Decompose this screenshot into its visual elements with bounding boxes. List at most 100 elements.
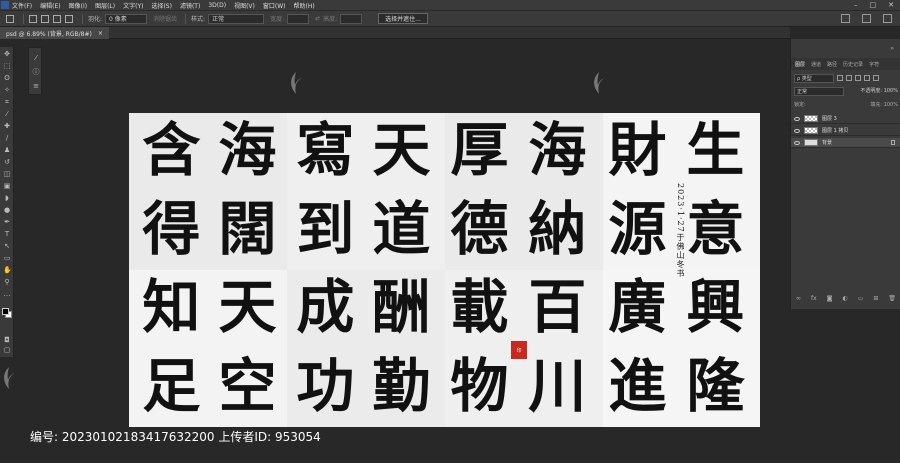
tab-close-icon[interactable]: × xyxy=(98,30,103,37)
filter-type-icon[interactable] xyxy=(855,75,861,81)
calligraphy-character: 天 xyxy=(218,273,277,341)
link-icon[interactable]: ∞ xyxy=(796,295,801,302)
eraser-icon[interactable]: ◫ xyxy=(3,171,11,178)
info-icon[interactable]: ⓘ xyxy=(32,68,40,76)
calligraphy-character: 生 xyxy=(686,116,745,184)
menu-help[interactable]: 帮助(H) xyxy=(294,1,315,10)
new-selection-icon[interactable] xyxy=(29,14,37,23)
filter-adjust-icon[interactable] xyxy=(846,75,852,81)
document-tab[interactable]: psd @ 6.89% (背景, RGB/8#) × xyxy=(0,27,109,39)
lock-label: 锁定: xyxy=(794,102,806,108)
foreground-color-swatch[interactable] xyxy=(2,308,9,315)
magic-wand-icon[interactable]: ✧ xyxy=(3,87,11,94)
filter-shape-icon[interactable] xyxy=(864,75,870,81)
tab-layers[interactable]: 图层 xyxy=(795,61,805,68)
layer-row[interactable]: 图层 1 拷贝 xyxy=(791,126,900,136)
marquee-icon[interactable]: ⬚ xyxy=(3,63,11,70)
document-tab-bar: psd @ 6.89% (背景, RGB/8#) × xyxy=(0,27,790,39)
move-icon[interactable]: ✥ xyxy=(3,51,11,58)
layer-thumbnail xyxy=(804,115,818,122)
visibility-eye-icon[interactable] xyxy=(794,128,800,133)
layer-row[interactable]: 背景 xyxy=(791,138,900,148)
height-input[interactable] xyxy=(340,13,363,24)
crop-icon[interactable]: ⌗ xyxy=(3,99,11,106)
group-icon[interactable]: ▭ xyxy=(858,295,864,302)
photoshop-logo-icon[interactable] xyxy=(1,1,9,9)
history-brush-icon[interactable]: ↺ xyxy=(3,159,11,166)
tab-history[interactable]: 历史记录 xyxy=(843,61,863,68)
lasso-icon[interactable]: ʘ xyxy=(3,75,11,82)
calligraphy-character: 得 xyxy=(142,194,201,263)
antialias-checkbox[interactable]: 消除锯齿 xyxy=(153,14,177,23)
menu-file[interactable]: 文件(F) xyxy=(12,1,32,10)
calligraphy-character: 興 xyxy=(686,273,745,341)
feather-input[interactable]: 0 像素 xyxy=(105,13,148,24)
opacity-field[interactable]: 不透明度: 100% xyxy=(860,87,898,97)
blend-mode-select[interactable]: 正常 xyxy=(794,87,844,96)
image-id-watermark: 编号: 20230102183417632200 上传者ID: 953054 xyxy=(30,430,321,444)
gradient-icon[interactable]: ▣ xyxy=(3,183,11,190)
properties-icon[interactable]: ≡ xyxy=(32,82,40,90)
trash-icon[interactable]: 🗑 xyxy=(888,295,896,302)
tab-character[interactable]: 字符 xyxy=(869,61,879,68)
style-select[interactable]: 正常 xyxy=(208,13,265,24)
hand-icon[interactable]: ✋ xyxy=(3,267,12,274)
select-and-mask-button[interactable]: 选择并遮住... xyxy=(378,13,428,24)
filter-smart-icon[interactable] xyxy=(873,75,879,81)
fx-icon[interactable]: fx xyxy=(811,295,817,302)
stamp-icon[interactable]: ♟ xyxy=(3,147,11,154)
more-tools-icon[interactable]: … xyxy=(3,291,11,298)
pen-icon[interactable]: ✒ xyxy=(3,219,11,226)
brush-settings-icon[interactable]: ⁄ xyxy=(32,54,40,62)
screen-mode-icon[interactable]: ▢ xyxy=(3,347,11,354)
blur-icon[interactable]: ◗ xyxy=(3,195,11,202)
maximize-icon[interactable]: □ xyxy=(870,1,877,9)
menu-image[interactable]: 图像(I) xyxy=(69,1,87,10)
marquee-preset-icon[interactable] xyxy=(6,14,14,23)
document-canvas[interactable]: 含海寫天厚海財生得闊到道德納源意知天成酬載百廣興足空功勤物川進隆 2023·1·… xyxy=(129,113,760,427)
width-input[interactable] xyxy=(287,13,310,24)
mask-icon[interactable]: ◙ xyxy=(827,295,833,302)
search-icon[interactable] xyxy=(841,14,850,23)
adjustment-icon[interactable]: ◐ xyxy=(842,295,847,302)
intersect-selection-icon[interactable] xyxy=(65,14,73,23)
menu-layer[interactable]: 图层(L) xyxy=(95,1,115,10)
dodge-icon[interactable]: ● xyxy=(3,207,11,214)
calligraphy-character: 道 xyxy=(372,194,431,263)
new-layer-icon[interactable]: ⊞ xyxy=(873,295,878,302)
healing-icon[interactable]: ✚ xyxy=(3,123,11,130)
path-select-icon[interactable]: ↖ xyxy=(3,243,11,250)
layer-filter-select[interactable]: ρ 类型 xyxy=(794,73,834,83)
filter-pixel-icon[interactable] xyxy=(837,75,843,81)
menu-type[interactable]: 文字(Y) xyxy=(123,1,143,10)
menu-window[interactable]: 窗口(W) xyxy=(263,1,286,10)
visibility-eye-icon[interactable] xyxy=(794,140,800,145)
layer-row[interactable]: 图层 3 xyxy=(791,114,900,124)
menu-edit[interactable]: 编辑(E) xyxy=(40,1,60,10)
menu-filter[interactable]: 滤镜(T) xyxy=(180,1,200,10)
panel-collapse-icon[interactable]: » xyxy=(890,45,894,52)
menu-3d[interactable]: 3D(D) xyxy=(208,2,226,9)
workspace-icon[interactable] xyxy=(862,14,871,23)
add-selection-icon[interactable] xyxy=(41,14,49,23)
share-icon[interactable] xyxy=(883,14,892,23)
minimize-icon[interactable]: – xyxy=(854,1,858,9)
swap-icon[interactable]: ⇄ xyxy=(315,15,320,22)
menu-view[interactable]: 视图(V) xyxy=(234,1,255,10)
width-label: 宽度: xyxy=(270,16,285,23)
visibility-eye-icon[interactable] xyxy=(794,116,800,121)
menu-select[interactable]: 选择(S) xyxy=(151,1,172,10)
type-icon[interactable]: T xyxy=(3,231,11,238)
close-icon[interactable]: ✕ xyxy=(888,1,894,9)
tab-channels[interactable]: 通道 xyxy=(811,61,821,68)
watermark-logo-icon xyxy=(594,72,605,94)
tab-paths[interactable]: 路径 xyxy=(827,61,837,68)
brush-icon[interactable]: ∕ xyxy=(3,135,11,142)
eyedropper-icon[interactable]: ⁄ xyxy=(3,111,11,118)
quick-mask-icon[interactable]: ◘ xyxy=(3,337,11,344)
shape-icon[interactable]: ▭ xyxy=(3,255,11,262)
zoom-icon[interactable]: ⚲ xyxy=(3,279,11,286)
subtract-selection-icon[interactable] xyxy=(53,14,61,23)
fill-field[interactable]: 填充: 100% xyxy=(870,101,898,111)
calligraphy-character: 到 xyxy=(296,194,355,263)
